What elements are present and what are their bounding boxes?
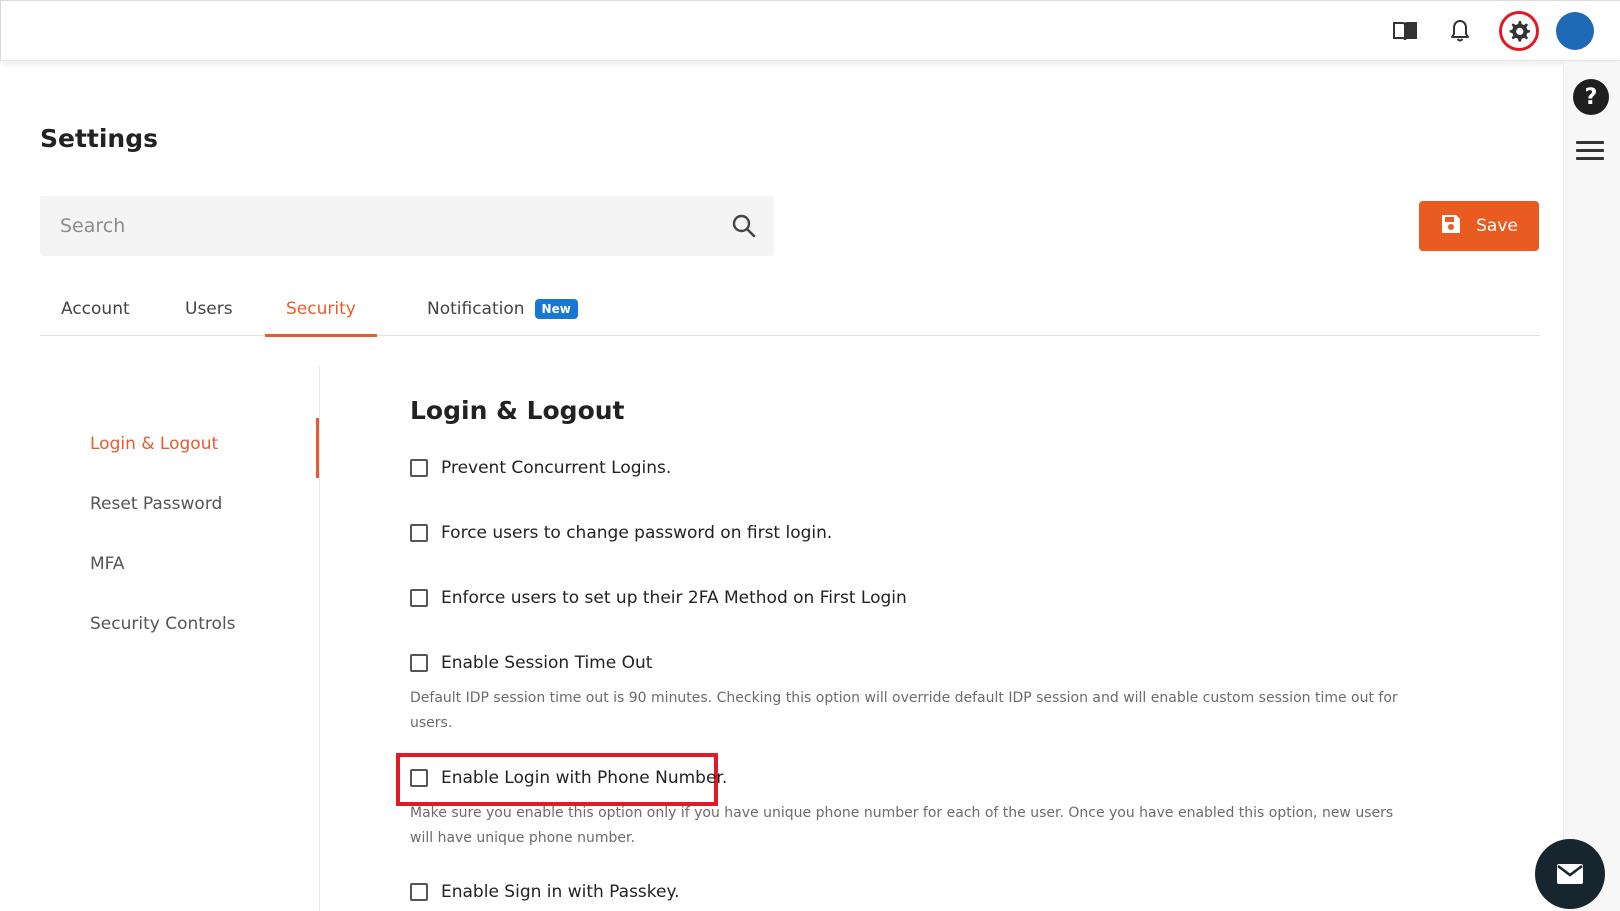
help-icon[interactable]: ? bbox=[1573, 79, 1609, 115]
sidenav-item-mfa[interactable]: MFA bbox=[90, 554, 125, 574]
option-enforce-2fa[interactable]: Enforce users to set up their 2FA Method… bbox=[410, 588, 907, 608]
security-sidenav: Login & Logout Reset Password MFA Securi… bbox=[40, 366, 320, 911]
top-bar bbox=[0, 0, 1620, 61]
option-login-phone-number[interactable]: Enable Login with Phone Number. bbox=[410, 768, 727, 788]
option-passkey[interactable]: Enable Sign in with Passkey. bbox=[410, 882, 680, 902]
option-prevent-concurrent-logins[interactable]: Prevent Concurrent Logins. bbox=[410, 458, 671, 478]
search-input[interactable] bbox=[40, 196, 720, 256]
checkbox[interactable] bbox=[410, 769, 428, 787]
save-icon bbox=[1440, 213, 1462, 240]
search-icon[interactable] bbox=[730, 212, 758, 240]
active-indicator bbox=[316, 418, 319, 478]
option-session-timeout[interactable]: Enable Session Time Out bbox=[410, 653, 652, 673]
tab-security[interactable]: Security bbox=[265, 282, 377, 337]
settings-tabs: Account Users Security Notification New bbox=[40, 282, 1540, 337]
checkbox[interactable] bbox=[410, 589, 428, 607]
sidenav-item-security-controls[interactable]: Security Controls bbox=[90, 614, 236, 634]
tab-users[interactable]: Users bbox=[185, 282, 233, 336]
gear-icon[interactable] bbox=[1499, 11, 1539, 51]
phone-number-help: Make sure you enable this option only if… bbox=[410, 805, 1394, 846]
right-rail bbox=[1563, 62, 1620, 911]
sidenav-item-login-logout[interactable]: Login & Logout bbox=[90, 434, 218, 454]
bell-icon[interactable] bbox=[1442, 13, 1478, 49]
checkbox[interactable] bbox=[410, 883, 428, 901]
search-box bbox=[40, 196, 774, 256]
checkbox[interactable] bbox=[410, 654, 428, 672]
avatar[interactable] bbox=[1556, 12, 1594, 50]
save-label: Save bbox=[1476, 216, 1518, 236]
sidenav-item-reset-password[interactable]: Reset Password bbox=[90, 494, 222, 514]
tab-account[interactable]: Account bbox=[61, 282, 130, 336]
book-icon[interactable] bbox=[1387, 13, 1423, 49]
option-force-password-change[interactable]: Force users to change password on first … bbox=[410, 523, 832, 543]
checkbox[interactable] bbox=[410, 524, 428, 542]
save-button[interactable]: Save bbox=[1419, 201, 1539, 251]
section-title: Login & Logout bbox=[410, 396, 625, 425]
mail-icon[interactable] bbox=[1535, 839, 1605, 909]
session-timeout-help: Default IDP session time out is 90 minut… bbox=[410, 690, 1398, 731]
checkbox[interactable] bbox=[410, 459, 428, 477]
tab-notification[interactable]: Notification New bbox=[427, 282, 578, 336]
menu-icon[interactable] bbox=[1576, 141, 1604, 161]
page-title: Settings bbox=[40, 124, 159, 153]
new-badge: New bbox=[534, 299, 578, 319]
